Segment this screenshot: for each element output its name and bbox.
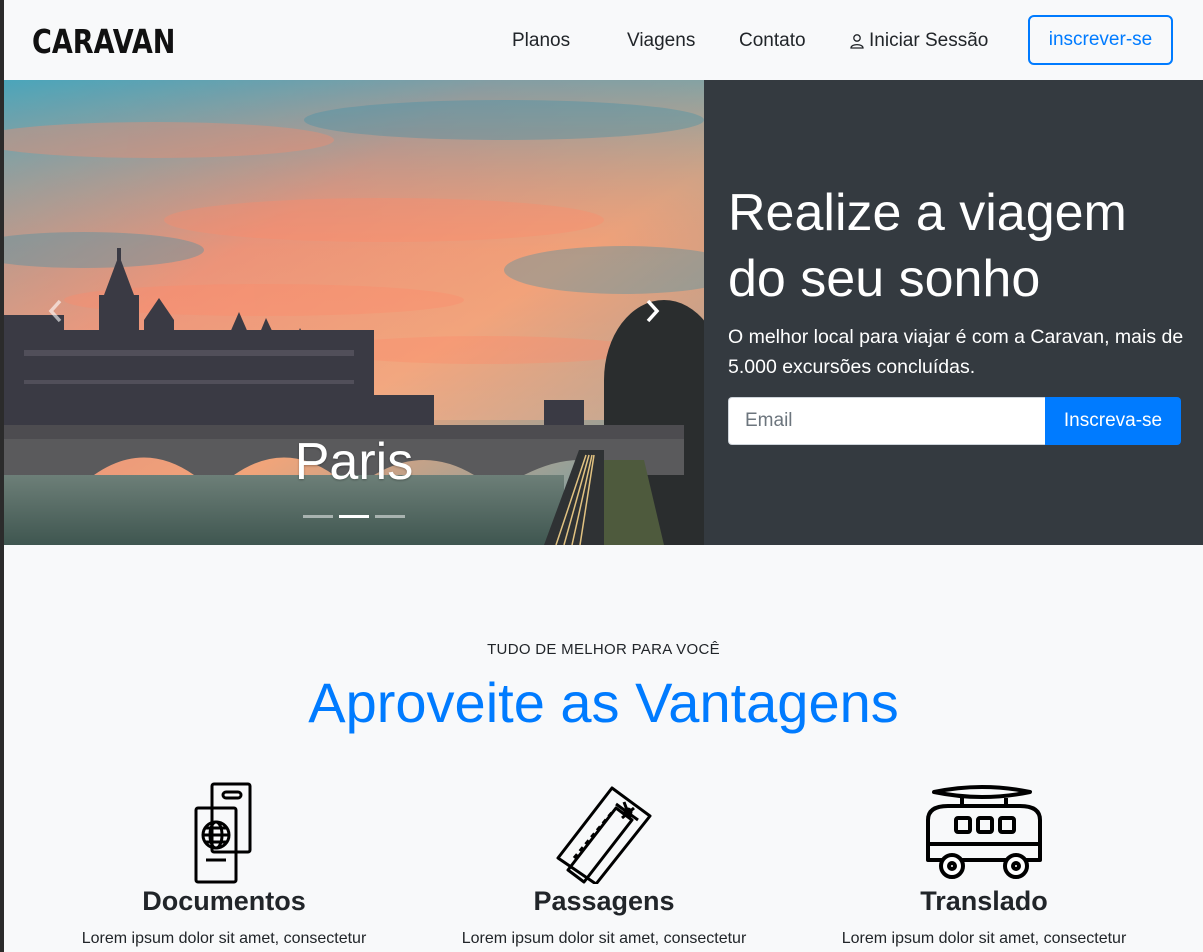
carousel-indicator-1[interactable] xyxy=(303,515,333,518)
hero-section: Paris Realize a viagem do seu sonho O me… xyxy=(4,80,1203,545)
feature-text: Lorem ipsum dolor sit amet, consectetur xyxy=(461,930,747,947)
hero-signup-panel: Realize a viagem do seu sonho O melhor l… xyxy=(704,80,1203,545)
navbar: CARAVAN Planos Viagens Contato Iniciar S… xyxy=(4,0,1203,80)
carousel-indicator-3[interactable] xyxy=(375,515,405,518)
hero-title: Realize a viagem do seu sonho xyxy=(728,184,1127,308)
carousel-prev-icon[interactable] xyxy=(44,298,68,324)
nav-link-planos[interactable]: Planos xyxy=(512,30,570,52)
passport-icon xyxy=(194,782,252,884)
nav-link-login[interactable]: Iniciar Sessão xyxy=(849,30,988,52)
feature-text: Lorem ipsum dolor sit amet, consectetur xyxy=(841,930,1127,947)
email-input[interactable] xyxy=(728,397,1046,445)
van-icon xyxy=(926,785,1042,879)
hero-subtitle: O melhor local para viajar é com a Carav… xyxy=(728,326,1184,378)
brand-logo[interactable]: CARAVAN xyxy=(32,22,175,61)
slide-caption: Paris xyxy=(294,433,414,491)
feature-text: Lorem ipsum dolor sit amet, consectetur xyxy=(81,930,367,947)
nav-link-contato[interactable]: Contato xyxy=(739,30,806,52)
window-edge xyxy=(0,0,4,952)
carousel-indicators xyxy=(303,515,405,518)
destination-carousel[interactable]: Paris xyxy=(4,80,704,545)
carousel-next-icon[interactable] xyxy=(640,298,664,324)
user-icon xyxy=(850,34,864,49)
feature-title: Passagens xyxy=(533,886,675,916)
feature-title: Translado xyxy=(920,886,1048,916)
subscribe-button[interactable]: Inscreva-se xyxy=(1045,397,1181,445)
signup-button[interactable]: inscrever-se xyxy=(1028,15,1173,65)
plane-ticket-icon xyxy=(556,786,652,884)
nav-link-viagens[interactable]: Viagens xyxy=(627,30,695,52)
login-label: Iniciar Sessão xyxy=(869,30,989,51)
feature-documentos: Documentos Lorem ipsum dolor sit amet, c… xyxy=(34,780,414,950)
section-eyebrow: TUDO DE MELHOR PARA VOCÊ xyxy=(487,641,720,658)
section-title: Aproveite as Vantagens xyxy=(308,671,899,734)
carousel-indicator-2[interactable] xyxy=(339,515,369,518)
feature-passagens: Passagens Lorem ipsum dolor sit amet, co… xyxy=(414,780,794,950)
feature-translado: Translado Lorem ipsum dolor sit amet, co… xyxy=(794,780,1174,950)
feature-title: Documentos xyxy=(142,886,306,916)
